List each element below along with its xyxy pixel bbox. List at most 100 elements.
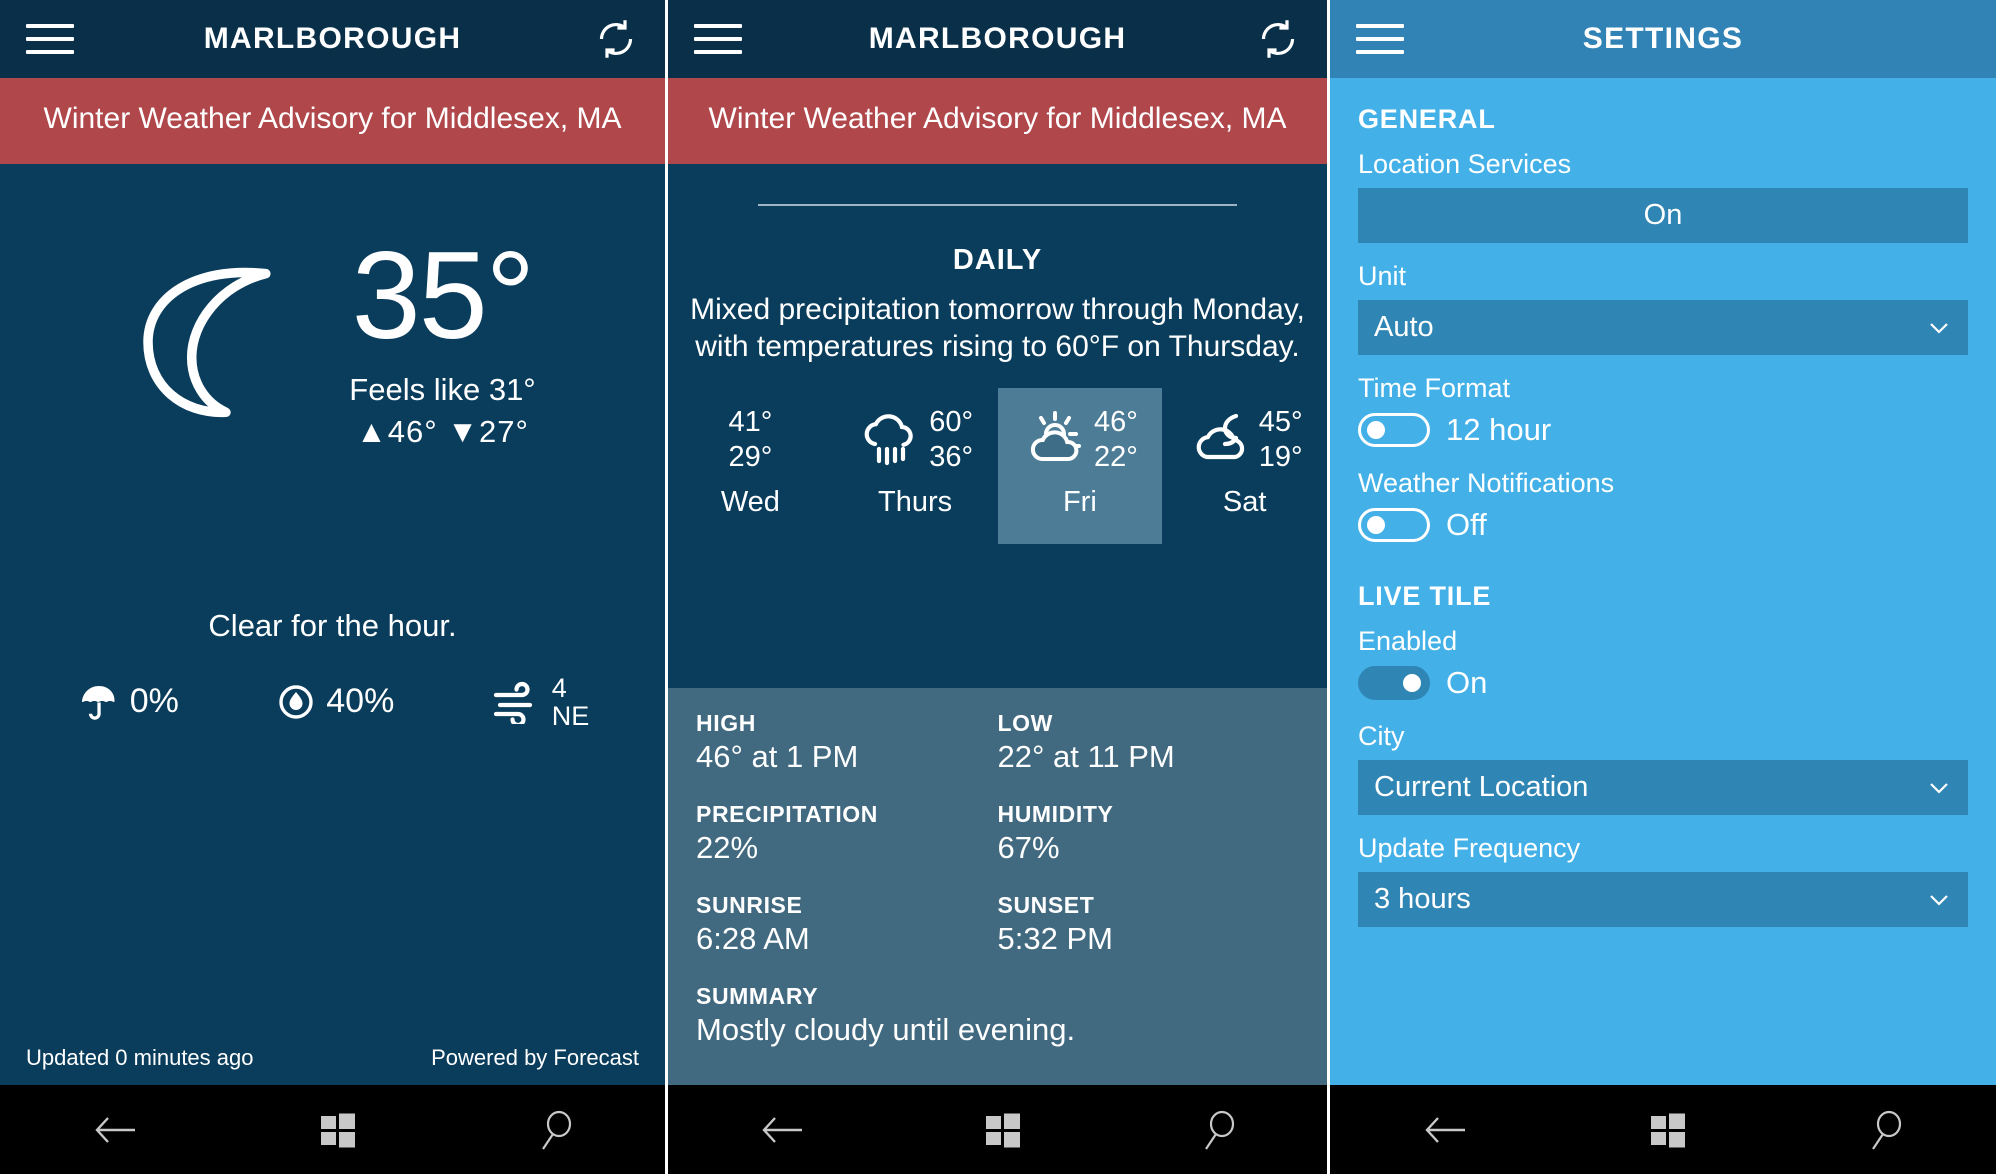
detail-key: HIGH (696, 710, 756, 736)
umbrella-icon (76, 679, 122, 725)
chevron-down-icon (1926, 775, 1952, 801)
day-tile-wed[interactable]: 41° 29° Wed (668, 388, 833, 544)
day-top-sat: 45° 19° (1187, 394, 1303, 486)
wind-icon (490, 680, 544, 724)
hamburger-icon[interactable] (1356, 24, 1404, 54)
day-temps-fri: 46° 22° (1094, 405, 1138, 475)
detail-value: 22% (696, 830, 759, 865)
detail-precipitation: PRECIPITATION 22% (696, 801, 998, 866)
detail-key: HUMIDITY (997, 801, 1114, 827)
detail-low: LOW 22° at 11 PM (998, 710, 1300, 775)
live-tile-enabled-value: On (1446, 665, 1488, 700)
day-high-thurs: 60° (929, 405, 974, 438)
feels-like: Feels like 31° (349, 371, 536, 407)
detail-value: 5:32 PM (997, 921, 1113, 956)
detail-key: SUNSET (997, 892, 1095, 918)
windows-start-icon[interactable] (1650, 1112, 1686, 1148)
time-format-value: 12 hour (1446, 412, 1552, 447)
humidity-drop-icon (274, 680, 318, 724)
weather-notifications-toggle[interactable] (1358, 508, 1430, 542)
back-arrow-icon[interactable] (1421, 1110, 1469, 1150)
day-low-wed: 29° (728, 440, 773, 473)
home-footer: Updated 0 minutes ago Powered by Forecas… (0, 1045, 665, 1085)
detail-sunset: SUNSET 5:32 PM (998, 892, 1300, 957)
unit-value: Auto (1374, 311, 1434, 343)
weather-advisory-banner[interactable]: Winter Weather Advisory for Middlesex, M… (668, 78, 1327, 164)
details-grid: HIGH 46° at 1 PM LOW 22° at 11 PM PRECIP… (696, 710, 1299, 957)
powered-by: Powered by Forecast (431, 1045, 639, 1070)
detail-value: 46° at 1 PM (696, 739, 859, 774)
update-frequency-value: 3 hours (1374, 883, 1471, 915)
detail-summary: SUMMARY Mostly cloudy until evening. (696, 983, 1299, 1048)
system-navbar-settings (1330, 1085, 1996, 1174)
hourly-summary: Clear for the hour. (208, 607, 457, 643)
wind-value: 4 NE (551, 673, 590, 731)
day-details-panel: HIGH 46° at 1 PM LOW 22° at 11 PM PRECIP… (668, 688, 1327, 1085)
cloud-moon-icon (1187, 407, 1253, 473)
windows-start-icon[interactable] (320, 1112, 356, 1148)
weather-notifications-value: Off (1446, 507, 1487, 542)
label-city: City (1358, 721, 1405, 751)
day-high-wed: 41° (728, 405, 773, 438)
chevron-down-icon (1926, 315, 1952, 341)
location-services-button[interactable]: On (1358, 188, 1968, 243)
hamburger-icon[interactable] (26, 24, 74, 54)
search-icon[interactable] (537, 1109, 575, 1151)
search-icon[interactable] (1200, 1109, 1238, 1151)
day-low-thurs: 36° (929, 440, 974, 473)
detail-value: 6:28 AM (696, 921, 810, 956)
day-temps-wed: 41° 29° (728, 405, 772, 475)
hamburger-icon[interactable] (694, 24, 742, 54)
screenshot-root: MARLBOROUGH Winter Weather Advisory for … (0, 0, 1996, 1174)
appbar-daily: MARLBOROUGH (668, 0, 1327, 78)
weather-notifications-toggle-row[interactable]: Off (1358, 507, 1968, 543)
moon-icon (129, 247, 319, 437)
search-icon[interactable] (1867, 1109, 1905, 1151)
label-time-format: Time Format (1358, 373, 1511, 403)
precipitation-value: 0% (129, 682, 179, 721)
label-enabled: Enabled (1358, 626, 1458, 656)
humidity-metric: 40% (274, 680, 394, 724)
city-select[interactable]: Current Location (1358, 760, 1968, 815)
daily-section-title: DAILY (952, 243, 1043, 276)
label-update-frequency: Update Frequency (1358, 833, 1581, 863)
day-tile-sat[interactable]: 45° 19° Sat (1162, 388, 1327, 544)
detail-key: SUMMARY (696, 983, 819, 1009)
day-label-wed: Wed (720, 485, 780, 518)
refresh-icon[interactable] (593, 16, 639, 62)
settings-body: GENERAL Location Services On Unit Auto T… (1330, 78, 1996, 927)
detail-value: 67% (997, 830, 1060, 865)
current-temperature: 35° (351, 226, 536, 365)
wind-direction: NE (551, 700, 590, 731)
updated-timestamp: Updated 0 minutes ago (26, 1045, 254, 1070)
wind-metric: 4 NE (490, 673, 590, 731)
windows-start-icon[interactable] (985, 1112, 1021, 1148)
appbar-settings: SETTINGS (1330, 0, 1996, 78)
panel-home: MARLBOROUGH Winter Weather Advisory for … (0, 0, 665, 1174)
detail-high: HIGH 46° at 1 PM (696, 710, 998, 775)
day-label-thurs: Thurs (878, 485, 953, 518)
detail-key: SUNRISE (696, 892, 803, 918)
day-tile-thurs[interactable]: 60° 36° Thurs (833, 388, 998, 544)
live-tile-enabled-toggle[interactable] (1358, 666, 1430, 700)
weather-advisory-banner[interactable]: Winter Weather Advisory for Middlesex, M… (0, 78, 665, 164)
time-format-toggle[interactable] (1358, 413, 1430, 447)
live-tile-enabled-toggle-row[interactable]: On (1358, 665, 1968, 701)
detail-key: LOW (997, 710, 1053, 736)
day-high-sat: 45° (1258, 405, 1303, 438)
back-arrow-icon[interactable] (758, 1110, 806, 1150)
refresh-icon[interactable] (1255, 16, 1301, 62)
day-low-fri: 22° (1093, 440, 1138, 473)
day-tile-fri[interactable]: 46° 22° Fri (997, 387, 1163, 544)
label-location-services: Location Services (1358, 149, 1572, 179)
day-top-fri: 46° 22° (1022, 394, 1138, 486)
back-arrow-icon[interactable] (91, 1110, 139, 1150)
time-format-toggle-row[interactable]: 12 hour (1358, 412, 1968, 448)
day-forecast-strip: 41° 29° Wed 60° 36° Thurs 46° 22° Fri 45… (668, 387, 1327, 544)
rain-icon (857, 407, 923, 473)
detail-key: PRECIPITATION (696, 801, 879, 827)
update-frequency-select[interactable]: 3 hours (1358, 872, 1968, 927)
day-top-thurs: 60° 36° (857, 394, 973, 486)
unit-select[interactable]: Auto (1358, 300, 1968, 355)
day-low-sat: 19° (1258, 440, 1303, 473)
